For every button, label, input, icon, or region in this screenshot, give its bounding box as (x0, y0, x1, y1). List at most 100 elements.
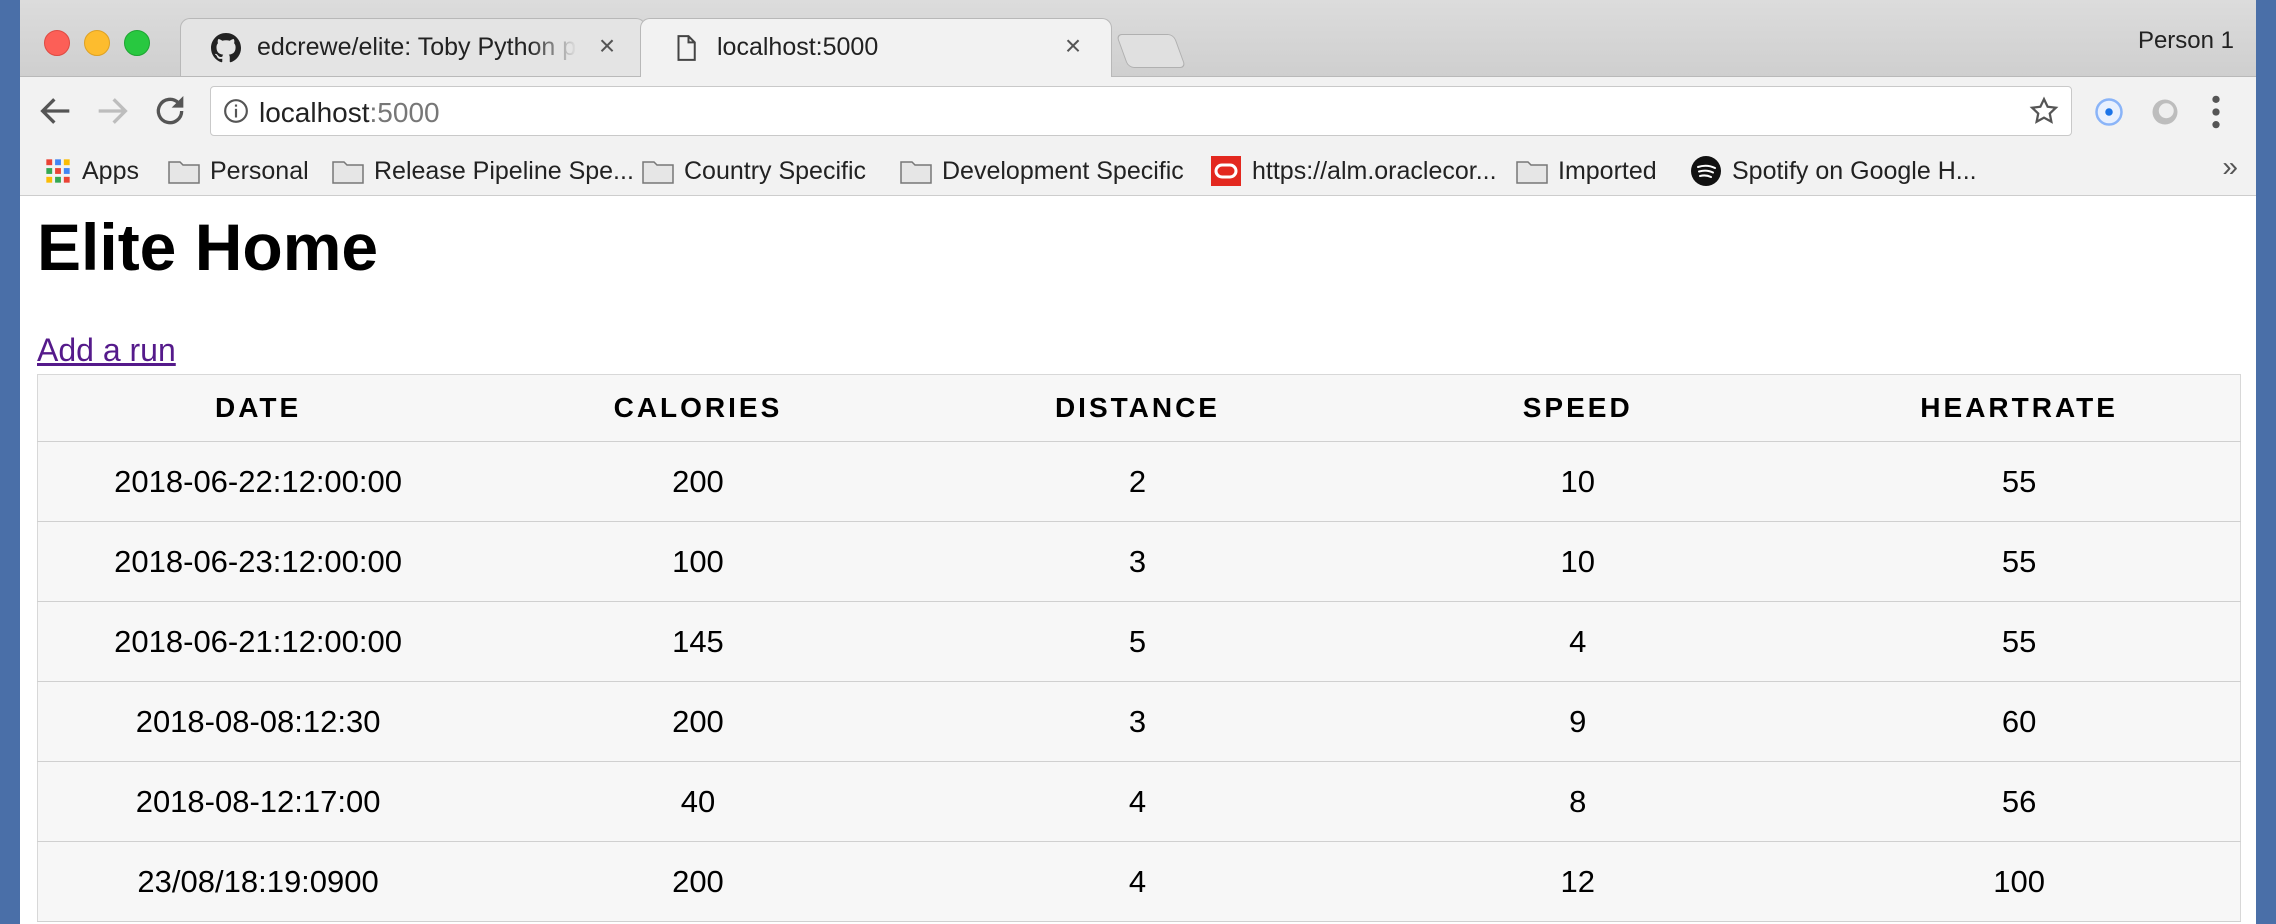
bookmark-label: Development Specific (942, 156, 1184, 185)
tab-strip: edcrewe/elite: Toby Python pro × localho… (20, 0, 2256, 77)
oracle-icon (1211, 156, 1241, 186)
bookmarks-overflow-button[interactable]: » (2222, 151, 2238, 183)
cell-calories: 200 (478, 841, 918, 922)
cell-calories: 40 (478, 761, 918, 842)
tab-title: localhost:5000 (717, 33, 879, 61)
spotify-icon (1691, 156, 1721, 186)
cell-date: 2018-08-12:17:00 (37, 761, 479, 842)
address-bar[interactable]: localhost:5000 (210, 86, 2072, 136)
cell-heartrate: 56 (1798, 761, 2241, 842)
cell-date: 2018-08-08:12:30 (37, 681, 479, 762)
url-host: localhost (259, 97, 370, 128)
page-content: Elite Home Add a run DATE CALORIES DISTA… (20, 196, 2256, 924)
folder-icon (642, 161, 674, 184)
apps-grid-icon (46, 159, 70, 183)
column-header-distance: DISTANCE (917, 374, 1358, 442)
table-row: 2018-08-12:17:00 40 4 8 56 (37, 761, 2241, 842)
folder-icon (332, 161, 364, 184)
tab-title: edcrewe/elite: Toby Python pro (257, 33, 577, 61)
add-run-link[interactable]: Add a run (37, 332, 176, 369)
table-row: 2018-08-08:12:30 200 3 9 60 (37, 681, 2241, 762)
column-header-calories: CALORIES (478, 374, 918, 442)
folder-icon (900, 161, 932, 184)
url-text[interactable]: localhost:5000 (259, 97, 440, 129)
bookmark-label: Apps (82, 156, 139, 185)
table-row: 2018-06-23:12:00:00 100 3 10 55 (37, 521, 2241, 602)
cell-heartrate: 60 (1798, 681, 2241, 762)
bookmark-release-pipeline[interactable]: Release Pipeline Spe... (332, 153, 634, 189)
bookmark-label: Release Pipeline Spe... (374, 156, 634, 185)
bookmark-apps[interactable]: Apps (44, 153, 139, 189)
cell-distance: 4 (917, 761, 1358, 842)
cell-calories: 100 (478, 521, 918, 602)
cell-heartrate: 55 (1798, 521, 2241, 602)
window-maximize-button[interactable] (124, 30, 150, 56)
new-tab-button[interactable] (1115, 34, 1187, 68)
cell-speed: 9 (1357, 681, 1799, 762)
more-menu-icon[interactable] (2206, 93, 2226, 131)
table-row: 2018-06-21:12:00:00 145 5 4 55 (37, 601, 2241, 682)
extension-icon[interactable] (2150, 97, 2180, 127)
column-header-speed: SPEED (1357, 374, 1799, 442)
github-icon (211, 33, 241, 63)
window-minimize-button[interactable] (84, 30, 110, 56)
cell-heartrate: 55 (1798, 441, 2241, 522)
cell-date: 2018-06-23:12:00:00 (37, 521, 479, 602)
close-icon[interactable]: × (595, 31, 619, 61)
cell-speed: 10 (1357, 521, 1799, 602)
table-header-row: DATE CALORIES DISTANCE SPEED HEARTRATE (37, 374, 2241, 442)
cell-distance: 2 (917, 441, 1358, 522)
reload-icon[interactable] (150, 91, 190, 131)
browser-window: edcrewe/elite: Toby Python pro × localho… (20, 0, 2256, 924)
bookmarks-bar: Apps Personal Release Pipeline Spe... Co… (20, 147, 2256, 196)
cell-speed: 8 (1357, 761, 1799, 842)
cell-speed: 4 (1357, 601, 1799, 682)
cell-date: 2018-06-21:12:00:00 (37, 601, 479, 682)
bookmark-development-specific[interactable]: Development Specific (900, 153, 1184, 189)
cell-heartrate: 55 (1798, 601, 2241, 682)
tab-localhost[interactable]: localhost:5000 × (640, 18, 1112, 77)
bookmark-personal[interactable]: Personal (168, 153, 309, 189)
bookmark-oracle-alm[interactable]: https://alm.oraclecor... (1210, 153, 1497, 189)
cell-speed: 10 (1357, 441, 1799, 522)
profile-name[interactable]: Person 1 (2138, 27, 2234, 55)
column-header-heartrate: HEARTRATE (1798, 374, 2241, 442)
forward-arrow-icon[interactable] (92, 91, 132, 131)
bookmark-star-icon[interactable] (2029, 96, 2059, 126)
cell-calories: 200 (478, 441, 918, 522)
cell-distance: 5 (917, 601, 1358, 682)
bookmark-label: https://alm.oraclecor... (1252, 156, 1497, 185)
page-title: Elite Home (37, 210, 379, 284)
cell-distance: 3 (917, 681, 1358, 762)
cell-date: 23/08/18:19:0900 (37, 841, 479, 922)
cell-heartrate: 100 (1798, 841, 2241, 922)
extension-icon[interactable] (2094, 97, 2124, 127)
table-row: 23/08/18:19:0900 200 4 12 100 (37, 841, 2241, 922)
column-header-date: DATE (37, 374, 479, 442)
bookmark-country-specific[interactable]: Country Specific (642, 153, 866, 189)
bookmark-label: Country Specific (684, 156, 867, 185)
close-icon[interactable]: × (1061, 31, 1085, 61)
runs-table: DATE CALORIES DISTANCE SPEED HEARTRATE 2… (37, 374, 2241, 922)
table-row: 2018-06-22:12:00:00 200 2 10 55 (37, 441, 2241, 522)
bookmark-spotify[interactable]: Spotify on Google H... (1690, 153, 1977, 189)
cell-speed: 12 (1357, 841, 1799, 922)
toolbar: localhost:5000 (20, 77, 2256, 147)
url-port: :5000 (369, 97, 440, 128)
tab-github[interactable]: edcrewe/elite: Toby Python pro × (180, 18, 646, 76)
bookmark-label: Spotify on Google H... (1732, 156, 1977, 185)
bookmark-imported[interactable]: Imported (1516, 153, 1657, 189)
window-close-button[interactable] (44, 30, 70, 56)
cell-distance: 4 (917, 841, 1358, 922)
folder-icon (1516, 161, 1548, 184)
cell-distance: 3 (917, 521, 1358, 602)
bookmark-label: Imported (1558, 156, 1657, 185)
cell-calories: 145 (478, 601, 918, 682)
bookmark-label: Personal (210, 156, 309, 185)
page-icon (677, 35, 696, 61)
back-arrow-icon[interactable] (36, 91, 76, 131)
folder-icon (168, 161, 200, 184)
info-icon[interactable] (223, 98, 249, 124)
cell-date: 2018-06-22:12:00:00 (37, 441, 479, 522)
cell-calories: 200 (478, 681, 918, 762)
